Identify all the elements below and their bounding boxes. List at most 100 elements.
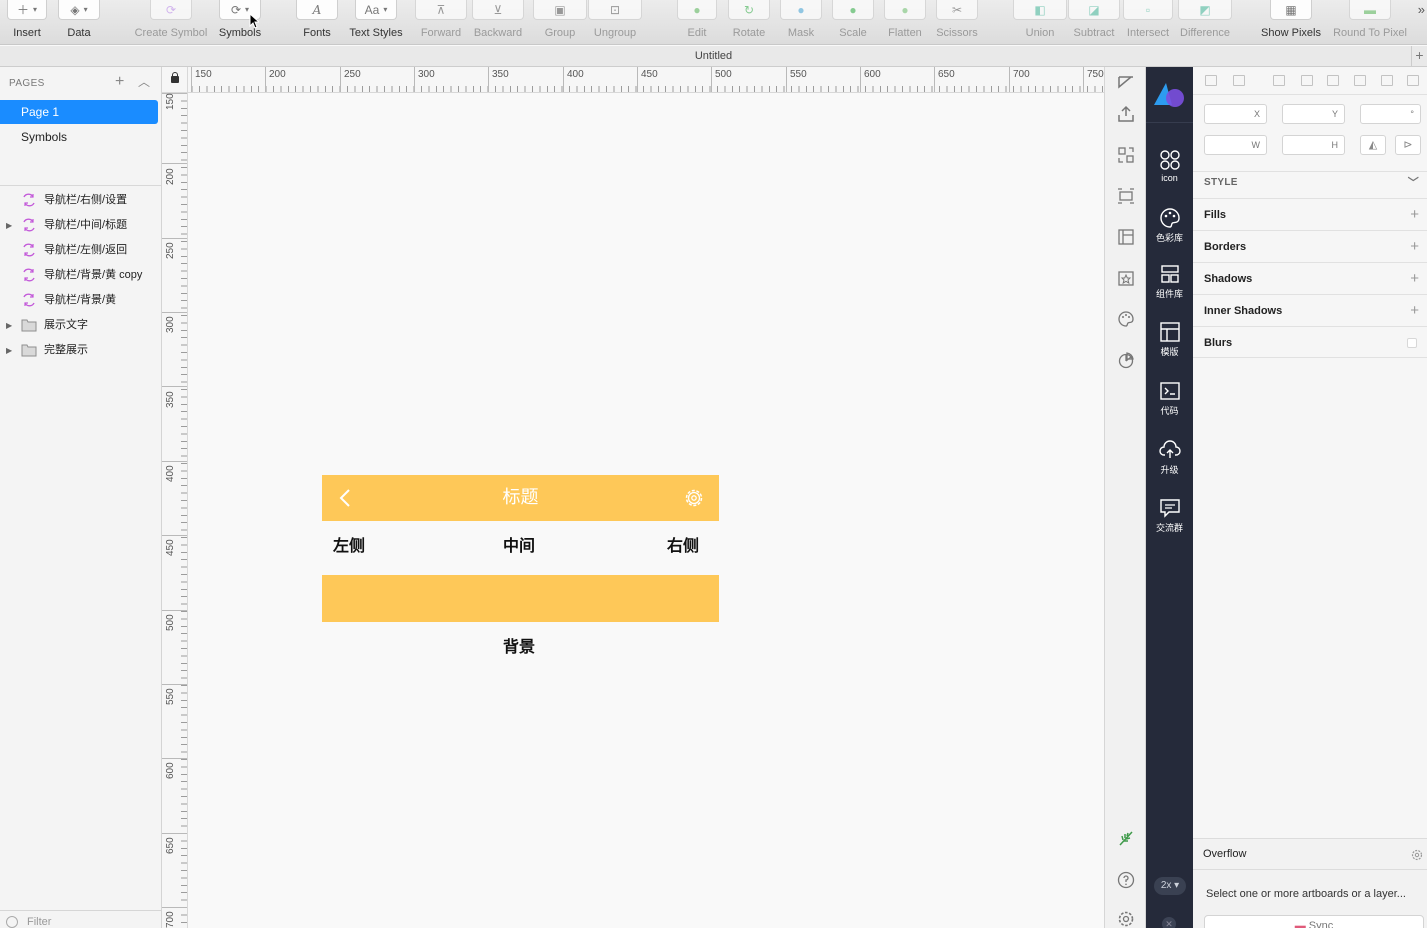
plugin-component-library[interactable]: 组件库	[1146, 263, 1193, 300]
layer-item[interactable]: ▶ 导航栏/中间/标题	[0, 213, 160, 238]
zoom-selector[interactable]: 2x ▾	[1154, 877, 1186, 895]
plugin-community[interactable]: 交流群	[1146, 497, 1193, 534]
plugin-color-library[interactable]: 色彩库	[1146, 207, 1193, 244]
show-pixels-button[interactable]: ▦ Show Pixels	[1259, 0, 1323, 45]
background-bar-symbol[interactable]	[322, 575, 719, 622]
align-center-icon[interactable]	[1301, 75, 1313, 86]
shadows-row[interactable]: Shadows +	[1193, 262, 1427, 294]
data-button[interactable]: ◈ ▾ Data	[58, 0, 100, 45]
page-item-symbols[interactable]: Symbols	[0, 125, 158, 149]
scissors-button[interactable]: ✂ Scissors	[934, 0, 980, 45]
artboard-icon[interactable]	[1117, 146, 1135, 164]
blurs-row[interactable]: Blurs	[1193, 326, 1427, 358]
sync-button[interactable]: ▬ Sync	[1204, 915, 1424, 928]
mask-button[interactable]: ● Mask	[780, 0, 822, 45]
fonts-button[interactable]: A Fonts	[296, 0, 338, 45]
insert-button[interactable]: ＋ ▾ Insert	[7, 0, 47, 45]
navigation-bar-symbol[interactable]: 标题	[322, 475, 719, 521]
intersect-button[interactable]: ▫ Intersect	[1123, 0, 1173, 45]
style-section-header[interactable]: STYLE ﹀	[1193, 171, 1427, 193]
palette-icon[interactable]	[1117, 310, 1135, 328]
gear-icon[interactable]	[683, 487, 705, 509]
group-button[interactable]: ▣ Group	[533, 0, 587, 45]
inner-shadows-row[interactable]: Inner Shadows +	[1193, 294, 1427, 326]
union-button[interactable]: ◧ Union	[1013, 0, 1067, 45]
add-page-icon[interactable]: +	[115, 73, 124, 91]
backward-button[interactable]: ⊻ Backward	[470, 0, 526, 45]
add-border-icon[interactable]: +	[1410, 231, 1419, 263]
distribute-vertical-icon[interactable]	[1233, 75, 1245, 86]
layer-item[interactable]: ▶ 完整展示	[0, 338, 160, 363]
grid-layout-icon[interactable]	[1117, 228, 1135, 246]
forward-icon: ⊼	[415, 0, 467, 20]
plugin-templates[interactable]: 模版	[1146, 321, 1193, 358]
difference-button[interactable]: ◩ Difference	[1176, 0, 1234, 45]
forward-button[interactable]: ⊼ Forward	[415, 0, 467, 45]
favorite-icon[interactable]	[1117, 269, 1135, 287]
flip-vertical-button[interactable]: ⊳	[1395, 135, 1421, 155]
scale-button[interactable]: ● Scale	[832, 0, 874, 45]
y-field[interactable]: Y	[1282, 104, 1345, 124]
label-middle[interactable]: 中间	[503, 532, 535, 556]
layer-item[interactable]: 导航栏/背景/黄	[0, 288, 160, 313]
align-right-icon[interactable]	[1327, 75, 1339, 86]
flatten-button[interactable]: ● Flatten	[884, 0, 926, 45]
create-symbol-button[interactable]: ⟳ Create Symbol	[131, 0, 211, 45]
width-field[interactable]: W	[1204, 135, 1267, 155]
round-to-pixel-button[interactable]: ▬ Round To Pixel	[1328, 0, 1412, 45]
fills-row[interactable]: Fills +	[1193, 198, 1427, 230]
layer-item[interactable]: 导航栏/右侧/设置	[0, 188, 160, 213]
rotation-field[interactable]: °	[1360, 104, 1421, 124]
add-shadow-icon[interactable]: +	[1410, 263, 1419, 295]
plugin-code[interactable]: 代码	[1146, 380, 1193, 417]
settings-icon[interactable]	[1117, 910, 1135, 928]
distribute-horizontal-icon[interactable]	[1205, 75, 1217, 86]
plugin-icon-library[interactable]: icon	[1146, 149, 1193, 183]
gear-icon[interactable]	[1411, 849, 1423, 861]
label-left[interactable]: 左侧	[333, 532, 365, 556]
plugin-upgrade[interactable]: 升级	[1146, 439, 1193, 476]
flip-horizontal-button[interactable]: ◭	[1360, 135, 1386, 155]
filter-input[interactable]: Filter	[0, 910, 161, 928]
add-inner-shadow-icon[interactable]: +	[1410, 295, 1419, 327]
disclosure-triangle-icon[interactable]: ▶	[6, 213, 12, 238]
export-icon[interactable]	[1117, 105, 1135, 123]
text-styles-button[interactable]: Aa ▾ Text Styles	[345, 0, 407, 45]
height-field[interactable]: H	[1282, 135, 1345, 155]
edit-button[interactable]: ● Edit	[677, 0, 717, 45]
symbol-icon: ⟳	[150, 0, 192, 20]
align-middle-icon[interactable]	[1381, 75, 1393, 86]
new-tab-icon[interactable]: +	[1411, 46, 1427, 66]
leaf-icon[interactable]	[1117, 829, 1135, 847]
plugin-logo-icon[interactable]	[1152, 81, 1188, 111]
blur-checkbox[interactable]	[1407, 338, 1417, 348]
help-icon[interactable]	[1117, 871, 1135, 889]
align-left-icon[interactable]	[1273, 75, 1285, 86]
rotate-button[interactable]: ↻ Rotate	[726, 0, 772, 45]
page-item-page-1[interactable]: Page 1	[0, 100, 158, 124]
toolbar-overflow-icon[interactable]: »	[1418, 2, 1425, 17]
layout-icon[interactable]	[1117, 187, 1135, 205]
label-right[interactable]: 右侧	[667, 532, 699, 556]
chart-icon[interactable]	[1117, 351, 1135, 369]
nav-title-text[interactable]: 标题	[322, 475, 719, 521]
ruler-lock[interactable]	[162, 67, 188, 93]
disclosure-triangle-icon[interactable]: ▶	[6, 338, 12, 363]
ungroup-button[interactable]: ⊡ Ungroup	[588, 0, 642, 45]
subtract-button[interactable]: ◪ Subtract	[1068, 0, 1120, 45]
layer-item[interactable]: 导航栏/背景/黄 copy	[0, 263, 160, 288]
layer-item[interactable]: ▶ 展示文字	[0, 313, 160, 338]
disclosure-triangle-icon[interactable]: ▶	[6, 313, 12, 338]
collapse-pages-icon[interactable]: ︿	[138, 73, 150, 90]
add-fill-icon[interactable]: +	[1410, 199, 1419, 231]
borders-row[interactable]: Borders +	[1193, 230, 1427, 262]
measure-icon[interactable]	[1117, 73, 1135, 91]
layer-item[interactable]: 导航栏/左侧/返回	[0, 238, 160, 263]
x-field[interactable]: X	[1204, 104, 1267, 124]
design-canvas[interactable]: 标题 左侧 中间 右侧 背景	[188, 93, 1104, 928]
align-top-icon[interactable]	[1354, 75, 1366, 86]
label-background[interactable]: 背景	[503, 633, 535, 657]
edit-icon: ●	[677, 0, 717, 20]
close-icon[interactable]: ✕	[1162, 917, 1176, 928]
align-bottom-icon[interactable]	[1407, 75, 1419, 86]
